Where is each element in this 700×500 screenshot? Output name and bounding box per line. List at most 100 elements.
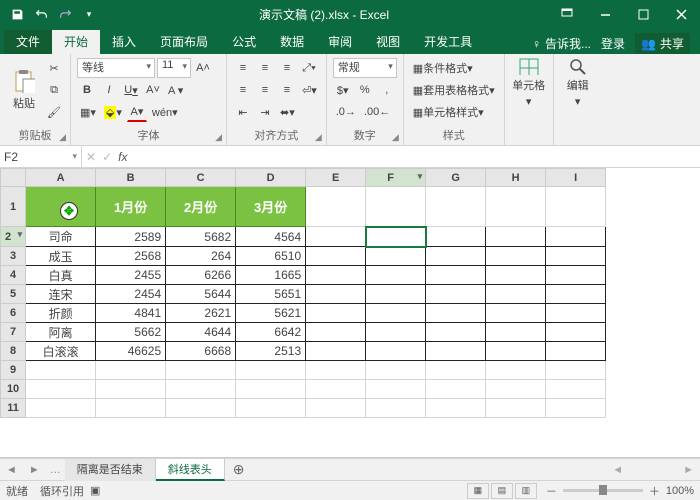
enter-formula-icon[interactable]: ✓: [102, 150, 112, 164]
cell[interactable]: 5644: [166, 285, 236, 304]
cell[interactable]: [166, 399, 236, 418]
hscroll-left-icon[interactable]: ◄: [612, 464, 623, 476]
cell[interactable]: [306, 361, 366, 380]
cell[interactable]: [366, 399, 426, 418]
cell[interactable]: [546, 227, 606, 247]
cell[interactable]: [306, 266, 366, 285]
tab-dev[interactable]: 开发工具: [412, 30, 484, 54]
number-format-select[interactable]: 常规: [333, 58, 397, 78]
zoom-level[interactable]: 100%: [666, 485, 694, 497]
tab-review[interactable]: 审阅: [316, 30, 364, 54]
tab-insert[interactable]: 插入: [100, 30, 148, 54]
cell[interactable]: [546, 266, 606, 285]
row-header[interactable]: 9: [1, 361, 26, 380]
cell[interactable]: 4564: [236, 227, 306, 247]
cell[interactable]: [486, 323, 546, 342]
cell[interactable]: [426, 380, 486, 399]
cell[interactable]: [306, 399, 366, 418]
add-sheet-button[interactable]: ⊕: [225, 461, 253, 478]
align-right-icon[interactable]: ≡: [277, 80, 297, 100]
cell[interactable]: 46625: [96, 342, 166, 361]
bold-button[interactable]: B: [77, 80, 97, 100]
clipboard-launcher[interactable]: ◢: [59, 132, 66, 143]
editing-button[interactable]: 编辑▾: [560, 58, 596, 108]
cell[interactable]: [426, 361, 486, 380]
cell[interactable]: [486, 342, 546, 361]
col-header[interactable]: E: [306, 169, 366, 187]
col-header[interactable]: C: [166, 169, 236, 187]
cell[interactable]: [486, 361, 546, 380]
row-header[interactable]: 8: [1, 342, 26, 361]
cell[interactable]: [486, 304, 546, 323]
sheet-tab-1[interactable]: 隔离是否结束: [65, 459, 156, 481]
cell[interactable]: 6642: [236, 323, 306, 342]
col-header[interactable]: I: [546, 169, 606, 187]
cell[interactable]: [306, 380, 366, 399]
cell[interactable]: [546, 361, 606, 380]
cell[interactable]: [166, 361, 236, 380]
cell[interactable]: [486, 247, 546, 266]
increase-decimal-icon[interactable]: .0→: [333, 102, 359, 122]
phonetic-icon[interactable]: A ▾: [165, 80, 186, 100]
cell[interactable]: 6668: [166, 342, 236, 361]
cell[interactable]: 264: [166, 247, 236, 266]
record-macro-icon[interactable]: ▣: [90, 484, 100, 497]
page-layout-view-icon[interactable]: ▤: [491, 483, 513, 499]
col-header[interactable]: G: [426, 169, 486, 187]
cell[interactable]: [366, 304, 426, 323]
page-break-view-icon[interactable]: ▥: [515, 483, 537, 499]
align-center-icon[interactable]: ≡: [255, 80, 275, 100]
redo-icon[interactable]: [54, 3, 76, 25]
cell[interactable]: 6266: [166, 266, 236, 285]
align-bottom-icon[interactable]: ≡: [277, 58, 297, 78]
cell[interactable]: [426, 399, 486, 418]
conditional-format-button[interactable]: ▦ 条件格式 ▾: [410, 58, 476, 78]
tab-layout[interactable]: 页面布局: [148, 30, 220, 54]
cell[interactable]: [306, 247, 366, 266]
tab-data[interactable]: 数据: [268, 30, 316, 54]
orientation-icon[interactable]: ⤢▾: [299, 58, 319, 78]
decrease-indent-icon[interactable]: ⇤: [233, 102, 253, 122]
cell[interactable]: [426, 187, 486, 227]
cell[interactable]: [26, 380, 96, 399]
col-header[interactable]: B: [96, 169, 166, 187]
tab-home[interactable]: 开始: [52, 30, 100, 54]
cell[interactable]: 2589: [96, 227, 166, 247]
signin-link[interactable]: 登录: [601, 35, 625, 52]
cell[interactable]: 阿离: [26, 323, 96, 342]
cell[interactable]: [366, 247, 426, 266]
cut-icon[interactable]: ✂: [44, 58, 64, 78]
cell[interactable]: [236, 399, 306, 418]
ribbon-options-icon[interactable]: [548, 0, 586, 28]
table-header-cell[interactable]: [26, 187, 96, 227]
fx-icon[interactable]: fx: [118, 150, 127, 164]
minimize-icon[interactable]: [586, 0, 624, 28]
cell[interactable]: 连宋: [26, 285, 96, 304]
decrease-font-icon[interactable]: A˅: [143, 80, 163, 100]
cell[interactable]: 白真: [26, 266, 96, 285]
cell[interactable]: [366, 266, 426, 285]
cell[interactable]: [546, 187, 606, 227]
col-header[interactable]: A: [26, 169, 96, 187]
cell[interactable]: [546, 342, 606, 361]
font-color-icon[interactable]: A▾: [127, 102, 147, 122]
tab-formulas[interactable]: 公式: [220, 30, 268, 54]
cell[interactable]: 2621: [166, 304, 236, 323]
spreadsheet-grid[interactable]: ABCDEFGHI11月份2月份3月份2司命2589568245643成玉256…: [0, 168, 700, 458]
comma-format-icon[interactable]: ,: [377, 80, 397, 100]
row-header[interactable]: 3: [1, 247, 26, 266]
cell[interactable]: [96, 399, 166, 418]
cell[interactable]: [546, 399, 606, 418]
increase-indent-icon[interactable]: ⇥: [255, 102, 275, 122]
row-header[interactable]: 7: [1, 323, 26, 342]
zoom-in-button[interactable]: ＋: [649, 483, 660, 499]
row-header[interactable]: 1: [1, 187, 26, 227]
cell[interactable]: [426, 285, 486, 304]
cell[interactable]: [546, 323, 606, 342]
font-size-select[interactable]: 11: [157, 58, 191, 78]
cell[interactable]: [306, 187, 366, 227]
cell[interactable]: 2568: [96, 247, 166, 266]
cell[interactable]: 1665: [236, 266, 306, 285]
tab-file[interactable]: 文件: [4, 30, 52, 54]
cell[interactable]: [426, 266, 486, 285]
